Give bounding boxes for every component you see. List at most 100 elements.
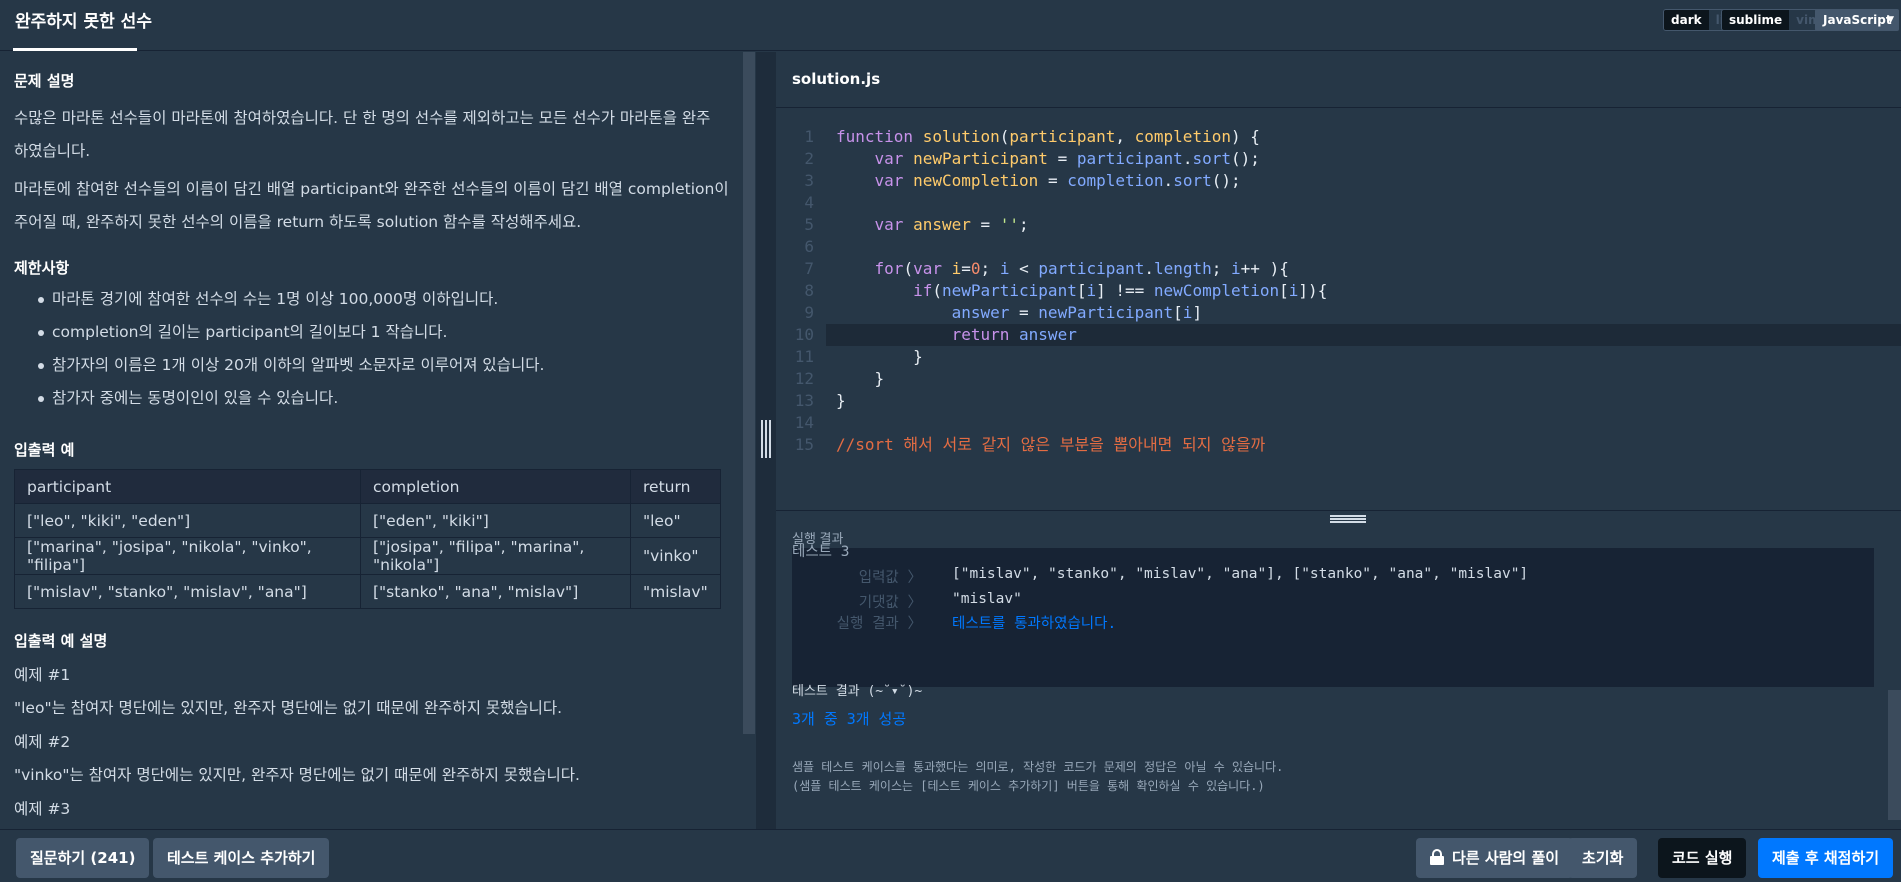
line-number: 5 <box>804 215 814 234</box>
description-paragraph-1: 수많은 마라톤 선수들이 마라톤에 참여하였습니다. 단 한 명의 선수를 제외… <box>14 102 729 168</box>
table-cell: ["stanko", "ana", "mislav"] <box>360 574 631 609</box>
line-number: 14 <box>794 413 814 432</box>
line-number: 2 <box>804 149 814 168</box>
line-number: 15 <box>794 435 814 454</box>
table-row: ["marina", "josipa", "nikola", "vinko", … <box>14 537 721 575</box>
drag-handle-icon[interactable] <box>1330 515 1366 523</box>
table-row: ["mislav", "stanko", "mislav", "ana"] ["… <box>14 574 721 609</box>
result-panel-scrollbar[interactable] <box>1888 690 1901 820</box>
run-code-button[interactable]: 코드 실행 <box>1658 838 1747 878</box>
others-solutions-label: 다른 사람의 풀이 <box>1452 849 1560 867</box>
run-result-value: 테스트를 통과하였습니다. <box>952 616 1117 632</box>
table-cell: ["josipa", "filipa", "marina", "nikola"] <box>360 537 631 575</box>
code-line: 3 var newCompletion = completion.sort(); <box>776 170 1901 192</box>
others-solutions-button[interactable]: 다른 사람의 풀이 <box>1416 838 1574 878</box>
table-cell: ["mislav", "stanko", "mislav", "ana"] <box>14 574 361 609</box>
test-summary-title: 테스트 결과 (~˘▾˘)~ <box>792 684 923 699</box>
reset-button[interactable]: 초기화 <box>1568 838 1638 878</box>
add-test-case-button[interactable]: 테스트 케이스 추가하기 <box>153 838 330 878</box>
table-cell: "mislav" <box>630 574 721 609</box>
io-example-table: participant completion return ["leo", "k… <box>14 469 721 609</box>
example-1: 예제 #1 "leo"는 참여자 명단에는 있지만, 완주자 명단에는 없기 때… <box>14 659 729 725</box>
code-line: 11 } <box>776 346 1901 368</box>
code-line: 4 <box>776 192 1901 214</box>
example-1-title: 예제 #1 <box>14 666 71 684</box>
tab-problem-title[interactable]: 완주하지 못한 선수 <box>13 0 154 51</box>
problem-panel: 문제 설명 수많은 마라톤 선수들이 마라톤에 참여하였습니다. 단 한 명의 … <box>0 52 743 829</box>
code-line: 10 return answer <box>776 324 1901 346</box>
code-line: 8 if(newParticipant[i] !== newCompletion… <box>776 280 1901 302</box>
code-line: 9 answer = newParticipant[i] <box>776 302 1901 324</box>
keymap-sublime-option[interactable]: sublime <box>1722 10 1790 30</box>
code-line: 12 } <box>776 368 1901 390</box>
ask-question-button[interactable]: 질문하기 (241) <box>16 838 150 878</box>
line-number: 11 <box>794 347 814 366</box>
code-line: 14 <box>776 412 1901 434</box>
language-select[interactable]: JavaScript ▼ <box>1815 9 1899 31</box>
description-paragraph-2-line-2: 주어질 때, 완주하지 못한 선수의 이름을 return 하도록 soluti… <box>14 213 582 231</box>
example-1-text: "leo"는 참여자 명단에는 있지만, 완주자 명단에는 없기 때문에 완주하… <box>14 699 563 717</box>
code-editor[interactable]: 1 function solution(participant, completi… <box>776 108 1901 510</box>
expected-value: "mislav" <box>952 591 1022 607</box>
example-2-text: "vinko"는 참여자 명단에는 있지만, 완주자 명단에는 없기 때문에 완… <box>14 766 580 784</box>
table-header-cell: return <box>630 469 721 504</box>
description-paragraph-2-line-1: 마라톤에 참여한 선수들의 이름이 담긴 배열 participant와 완주한… <box>14 180 729 198</box>
editor-filename: solution.js <box>792 70 881 88</box>
io-explanation-heading: 입출력 예 설명 <box>14 632 108 650</box>
drag-handle-icon[interactable] <box>761 420 771 458</box>
result-note-line-1: 샘플 테스트 케이스를 통과했다는 의미로, 작성한 코드가 문제의 정답은 아… <box>792 760 1284 774</box>
run-result-label: 실행 결과 〉 <box>836 616 922 632</box>
input-label: 입력값 〉 <box>858 570 922 586</box>
line-number: 6 <box>804 237 814 256</box>
code-line: 5 var answer = ''; <box>776 214 1901 236</box>
line-number: 8 <box>804 281 814 300</box>
code-line: 6 <box>776 236 1901 258</box>
expected-label: 기댓값 〉 <box>858 595 922 611</box>
editor-header: solution.js <box>776 52 1901 108</box>
test-summary: 3개 중 3개 성공 <box>792 710 907 728</box>
description-heading: 문제 설명 <box>14 72 75 90</box>
line-number: 10 <box>794 325 814 344</box>
code-line: 2 var newParticipant = participant.sort(… <box>776 148 1901 170</box>
result-note: 샘플 테스트 케이스를 통과했다는 의미로, 작성한 코드가 문제의 정답은 아… <box>792 758 1283 796</box>
example-3-title: 예제 #3 <box>14 800 71 818</box>
line-number: 12 <box>794 369 814 388</box>
description-paragraph-1-line-2: 하였습니다. <box>14 142 91 160</box>
constraint-item: 참가자 중에는 동명이인이 있을 수 있습니다. <box>30 382 544 415</box>
constraints-heading: 제한사항 <box>14 259 70 277</box>
table-cell: ["marina", "josipa", "nikola", "vinko", … <box>14 537 361 575</box>
table-cell: "leo" <box>630 503 721 538</box>
example-2: 예제 #2 "vinko"는 참여자 명단에는 있지만, 완주자 명단에는 없기… <box>14 726 729 792</box>
code-line: 13} <box>776 390 1901 412</box>
example-2-title: 예제 #2 <box>14 733 71 751</box>
line-number: 7 <box>804 259 814 278</box>
table-header-row: participant completion return <box>14 469 721 504</box>
io-example-heading: 입출력 예 <box>14 441 75 459</box>
table-header-cell: participant <box>14 469 361 504</box>
constraint-item: 참가자의 이름은 1개 이상 20개 이하의 알파벳 소문자로 이루어져 있습니… <box>30 349 544 382</box>
table-cell: ["leo", "kiki", "eden"] <box>14 503 361 538</box>
table-header-cell: completion <box>360 469 631 504</box>
horizontal-splitter[interactable] <box>776 510 1901 524</box>
table-cell: "vinko" <box>630 537 721 575</box>
table-row: ["leo", "kiki", "eden"] ["eden", "kiki"]… <box>14 503 721 538</box>
language-select-value: JavaScript <box>1823 13 1892 27</box>
result-note-line-2: (샘플 테스트 케이스는 [테스트 케이스 추가하기] 버튼을 통해 확인하실 … <box>792 779 1265 793</box>
description-paragraph-1-line-1: 수많은 마라톤 선수들이 마라톤에 참여하였습니다. 단 한 명의 선수를 제외… <box>14 109 711 127</box>
line-number: 3 <box>804 171 814 190</box>
top-header: 완주하지 못한 선수 dark light sublime vim emacs … <box>0 0 1901 51</box>
line-number: 13 <box>794 391 814 410</box>
submit-button[interactable]: 제출 후 채점하기 <box>1758 838 1894 878</box>
code-line: 7 for(var i=0; i < participant.length; i… <box>776 258 1901 280</box>
input-value: ["mislav", "stanko", "mislav", "ana"], [… <box>952 566 1529 582</box>
bottom-toolbar: 질문하기 (241) 테스트 케이스 추가하기 다른 사람의 풀이 초기화 코드… <box>0 829 1901 882</box>
code-line: 15//sort 해서 서로 같지 않은 부분을 뽑아내면 되지 않을까 <box>776 434 1901 456</box>
theme-dark-option[interactable]: dark <box>1664 10 1709 30</box>
table-cell: ["eden", "kiki"] <box>360 503 631 538</box>
problem-panel-scrollbar[interactable] <box>743 52 755 734</box>
test-case-result-box: 테스트 3 입력값 〉 ["mislav", "stanko", "mislav… <box>792 544 1874 687</box>
chevron-down-icon: ▼ <box>1887 15 1894 25</box>
app-root: 완주하지 못한 선수 dark light sublime vim emacs … <box>0 0 1901 882</box>
line-number: 4 <box>804 193 814 212</box>
vertical-splitter[interactable] <box>756 52 776 829</box>
